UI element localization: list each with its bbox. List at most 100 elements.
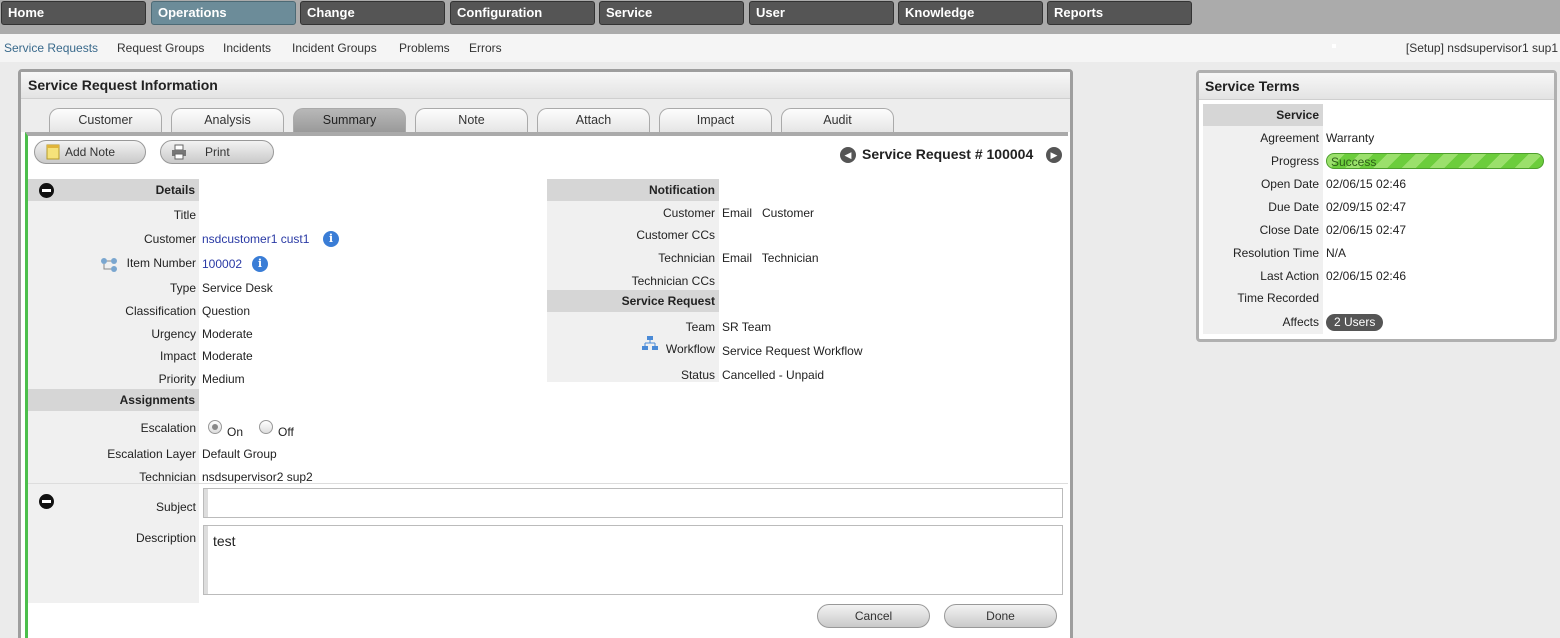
agreement-label: Agreement [1260,131,1319,145]
item-info-icon[interactable]: i [252,256,268,272]
last-action-value: 02/06/15 02:46 [1326,269,1407,283]
agreement-value: Warranty [1326,131,1375,145]
note-icon [46,144,60,160]
notification-header-label: Notification [649,183,715,197]
sub-nav: Service Requests Request Groups Incident… [0,34,1560,62]
classification-value: Question [202,304,251,318]
previous-request-icon[interactable]: ◀ [840,147,856,163]
nav-user[interactable]: User [749,1,894,25]
add-note-button[interactable]: Add Note [34,140,146,164]
escalation-layer-value: Default Group [202,447,277,461]
subnav-request-groups[interactable]: Request Groups [117,41,204,55]
escalation-on-label: On [227,425,244,439]
due-date-value: 02/09/15 02:47 [1326,200,1407,214]
status-value: Cancelled - Unpaid [722,368,825,382]
priority-label: Priority [158,372,196,386]
details-header: Details [28,179,199,201]
resolution-time-value: N/A [1326,246,1347,260]
affects-label: Affects [1282,315,1319,329]
print-button[interactable]: Print [160,140,274,164]
classification-label: Classification [125,304,196,318]
escalation-off-label: Off [278,425,294,439]
open-date-value: 02/06/15 02:46 [1326,177,1407,191]
nav-home[interactable]: Home [1,1,146,25]
last-action-label: Last Action [1260,269,1319,283]
tab-customer[interactable]: Customer [49,108,162,132]
subnav-incidents[interactable]: Incidents [223,41,271,55]
subnav-incident-groups[interactable]: Incident Groups [292,41,377,55]
service-request-number: Service Request # 100004 [862,146,1034,162]
description-value: test [213,533,236,549]
nav-operations[interactable]: Operations [151,1,296,25]
nav-knowledge[interactable]: Knowledge [898,1,1043,25]
urgency-value: Moderate [202,327,253,341]
nav-service[interactable]: Service [599,1,744,25]
notify-technician-label: Technician [658,251,715,265]
escalation-label: Escalation [140,421,196,435]
subject-input[interactable] [203,488,1063,518]
tab-note[interactable]: Note [415,108,528,132]
technician-ccs-label: Technician CCs [631,274,715,288]
tab-attach[interactable]: Attach [537,108,650,132]
customer-link[interactable]: nsdcustomer1 cust1 [202,232,309,246]
subnav-service-requests[interactable]: Service Requests [4,41,98,55]
due-date-label: Due Date [1268,200,1319,214]
service-request-header-label: Service Request [621,294,715,308]
impact-value: Moderate [202,349,253,363]
notify-technician-value: Email Technician [722,251,819,265]
subnav-errors[interactable]: Errors [469,41,502,55]
service-terms-title: Service Terms [1199,73,1554,100]
tab-bar: Customer Analysis Summary Note Attach Im… [21,99,1070,132]
customer-info-icon[interactable]: i [323,231,339,247]
escalation-on-radio[interactable] [208,420,222,434]
workflow-value: Service Request Workflow [722,344,863,358]
indicator-dot [1332,44,1336,48]
open-date-label: Open Date [1260,177,1319,191]
type-value: Service Desk [202,281,273,295]
resolution-time-label: Resolution Time [1232,246,1319,260]
escalation-off-radio[interactable] [259,420,273,434]
nav-configuration[interactable]: Configuration [450,1,595,25]
workflow-label: Workflow [665,342,715,356]
tab-audit[interactable]: Audit [781,108,894,132]
description-textarea[interactable]: test [203,525,1063,595]
service-label: Service [1276,108,1319,122]
tab-analysis[interactable]: Analysis [171,108,284,132]
divider [28,483,1068,484]
subject-input-bar [204,489,208,517]
close-date-label: Close Date [1259,223,1319,237]
subject-label: Subject [155,500,196,514]
description-textarea-bar [204,526,208,594]
done-button[interactable]: Done [944,604,1057,628]
print-label: Print [205,145,230,159]
affects-users-badge[interactable]: 2 Users [1326,314,1384,331]
user-setup-links[interactable]: [Setup] nsdsupervisor1 sup1 [1406,41,1558,55]
printer-icon [172,144,186,160]
title-label: Title [173,208,196,222]
time-recorded-label: Time Recorded [1237,291,1319,305]
summary-content: Add Note Print ◀ Service Request # 10000… [25,132,1068,638]
cancel-button[interactable]: Cancel [817,604,930,628]
description-label: Description [135,531,196,545]
customer-label: Customer [143,232,196,246]
urgency-label: Urgency [151,327,196,341]
collapse-details-icon[interactable] [39,183,54,198]
item-number-link[interactable]: 100002 [202,257,242,271]
service-request-panel: Service Request Information Customer Ana… [18,69,1073,638]
notification-header: Notification [547,179,719,201]
subnav-problems[interactable]: Problems [399,41,450,55]
nav-change[interactable]: Change [300,1,445,25]
priority-value: Medium [202,372,245,386]
close-date-value: 02/06/15 02:47 [1326,223,1407,237]
status-label: Status [680,368,715,382]
next-request-icon[interactable]: ▶ [1046,147,1062,163]
service-terms-panel: Service Terms Service Agreement Warranty… [1196,70,1557,342]
tab-impact[interactable]: Impact [659,108,772,132]
team-value: SR Team [722,320,772,334]
nav-reports[interactable]: Reports [1047,1,1192,25]
progress-label: Progress [1270,154,1319,168]
details-header-label: Details [155,183,195,197]
technician-label: Technician [139,470,196,484]
tab-summary[interactable]: Summary [293,108,406,132]
technician-value: nsdsupervisor2 sup2 [202,470,313,484]
